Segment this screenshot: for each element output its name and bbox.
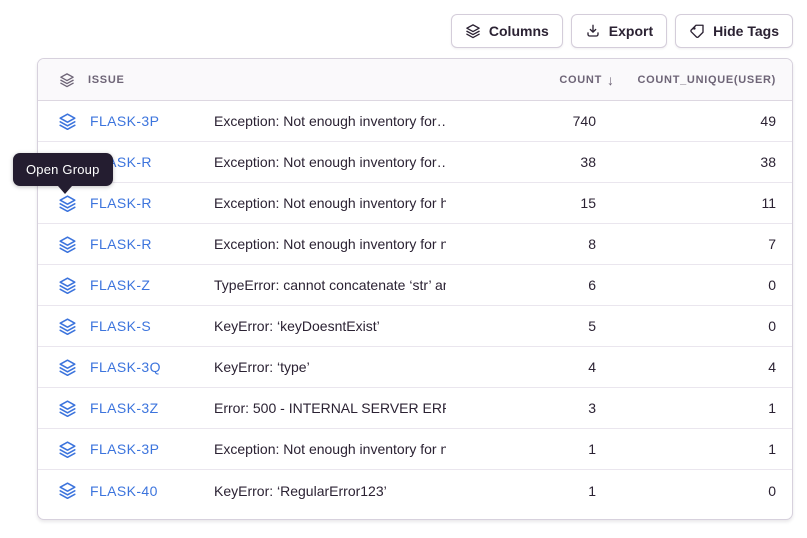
- issue-title: KeyError: ‘type’: [214, 359, 446, 375]
- count-unique-value: 0: [626, 483, 792, 499]
- issue-title: Exception: Not enough inventory for n…: [214, 236, 446, 252]
- issue-title: KeyError: ‘RegularError123’: [214, 483, 446, 499]
- issue-title: TypeError: cannot concatenate ‘str’ an…: [214, 277, 446, 293]
- columns-button-label: Columns: [489, 23, 549, 39]
- count-unique-value: 7: [626, 236, 792, 252]
- export-button[interactable]: Export: [571, 14, 667, 48]
- layers-icon[interactable]: [58, 481, 77, 500]
- columns-button[interactable]: Columns: [451, 14, 563, 48]
- table-row: FLASK-3Z Error: 500 - INTERNAL SERVER ER…: [38, 388, 792, 429]
- table-row: FLASK-R Exception: Not enough inventory …: [38, 142, 792, 183]
- table-row: FLASK-S KeyError: ‘keyDoesntExist’ 5 0: [38, 306, 792, 347]
- sort-descending-icon: ↓: [607, 72, 614, 88]
- issue-cell: FLASK-Z: [38, 276, 214, 295]
- open-group-tooltip-label: Open Group: [26, 162, 100, 177]
- count-column-header[interactable]: COUNT ↓: [446, 72, 626, 88]
- open-group-tooltip: Open Group: [13, 153, 113, 186]
- table-header: ISSUE COUNT ↓ COUNT_UNIQUE(USER): [38, 59, 792, 101]
- issue-title: Exception: Not enough inventory for…: [214, 154, 446, 170]
- issue-title: Exception: Not enough inventory for n…: [214, 441, 446, 457]
- count-unique-value: 38: [626, 154, 792, 170]
- layers-icon[interactable]: [58, 440, 77, 459]
- count-unique-value: 11: [626, 195, 792, 211]
- layers-icon: [59, 72, 75, 88]
- tag-icon: [689, 23, 705, 39]
- issue-link[interactable]: FLASK-S: [90, 318, 151, 334]
- layers-icon[interactable]: [58, 399, 77, 418]
- issue-column-header[interactable]: ISSUE: [38, 72, 446, 88]
- table-actions-toolbar: Columns Export Hide Tags: [451, 14, 793, 48]
- issue-link[interactable]: FLASK-3P: [90, 113, 159, 129]
- issue-cell: FLASK-S: [38, 317, 214, 336]
- count-value: 3: [446, 400, 626, 416]
- layers-icon[interactable]: [58, 235, 77, 254]
- issue-cell: FLASK-3P: [38, 112, 214, 131]
- table-row: FLASK-3P Exception: Not enough inventory…: [38, 101, 792, 142]
- issue-cell: FLASK-3Z: [38, 399, 214, 418]
- issue-title: KeyError: ‘keyDoesntExist’: [214, 318, 446, 334]
- count-value: 38: [446, 154, 626, 170]
- layers-icon[interactable]: [58, 358, 77, 377]
- download-icon: [585, 23, 601, 39]
- count-value: 8: [446, 236, 626, 252]
- issue-title: Exception: Not enough inventory for…: [214, 113, 446, 129]
- layers-icon[interactable]: [58, 276, 77, 295]
- count-unique-value: 0: [626, 277, 792, 293]
- count-unique-column-header[interactable]: COUNT_UNIQUE(USER): [626, 74, 792, 86]
- issue-link[interactable]: FLASK-3P: [90, 441, 159, 457]
- table-row: FLASK-Z TypeError: cannot concatenate ‘s…: [38, 265, 792, 306]
- table-row: FLASK-3Q KeyError: ‘type’ 4 4: [38, 347, 792, 388]
- issue-cell: FLASK-R: [38, 194, 214, 213]
- issue-cell: FLASK-3P: [38, 440, 214, 459]
- issue-link[interactable]: FLASK-Z: [90, 277, 150, 293]
- issue-cell: FLASK-3Q: [38, 358, 214, 377]
- count-value: 1: [446, 441, 626, 457]
- layers-icon[interactable]: [58, 194, 77, 213]
- issue-cell: FLASK-40: [38, 481, 214, 500]
- issue-column-label: ISSUE: [88, 74, 125, 86]
- layers-icon: [465, 23, 481, 39]
- table-body: FLASK-3P Exception: Not enough inventory…: [38, 101, 792, 511]
- issue-title: Error: 500 - INTERNAL SERVER ERROR: [214, 400, 446, 416]
- export-button-label: Export: [609, 23, 653, 39]
- issue-title: Exception: Not enough inventory for h…: [214, 195, 446, 211]
- count-unique-value: 4: [626, 359, 792, 375]
- count-column-label: COUNT: [559, 74, 602, 86]
- issue-cell: FLASK-R: [38, 235, 214, 254]
- hide-tags-button-label: Hide Tags: [713, 23, 779, 39]
- table-row: FLASK-3P Exception: Not enough inventory…: [38, 429, 792, 470]
- count-value: 15: [446, 195, 626, 211]
- issue-link[interactable]: FLASK-40: [90, 483, 158, 499]
- issue-link[interactable]: FLASK-3Q: [90, 359, 161, 375]
- table-row: FLASK-40 KeyError: ‘RegularError123’ 1 0: [38, 470, 792, 511]
- count-unique-value: 1: [626, 441, 792, 457]
- count-value: 4: [446, 359, 626, 375]
- layers-icon[interactable]: [58, 112, 77, 131]
- issue-link[interactable]: FLASK-R: [90, 236, 152, 252]
- table-row: FLASK-R Exception: Not enough inventory …: [38, 183, 792, 224]
- issue-link[interactable]: FLASK-3Z: [90, 400, 159, 416]
- table-row: FLASK-R Exception: Not enough inventory …: [38, 224, 792, 265]
- issue-link[interactable]: FLASK-R: [90, 195, 152, 211]
- layers-icon[interactable]: [58, 317, 77, 336]
- count-unique-value: 1: [626, 400, 792, 416]
- count-value: 5: [446, 318, 626, 334]
- count-value: 740: [446, 113, 626, 129]
- count-value: 1: [446, 483, 626, 499]
- hide-tags-button[interactable]: Hide Tags: [675, 14, 793, 48]
- results-table: ISSUE COUNT ↓ COUNT_UNIQUE(USER) FLASK-3…: [37, 58, 793, 520]
- tooltip-caret-icon: [58, 186, 72, 194]
- count-value: 6: [446, 277, 626, 293]
- count-unique-value: 49: [626, 113, 792, 129]
- count-unique-value: 0: [626, 318, 792, 334]
